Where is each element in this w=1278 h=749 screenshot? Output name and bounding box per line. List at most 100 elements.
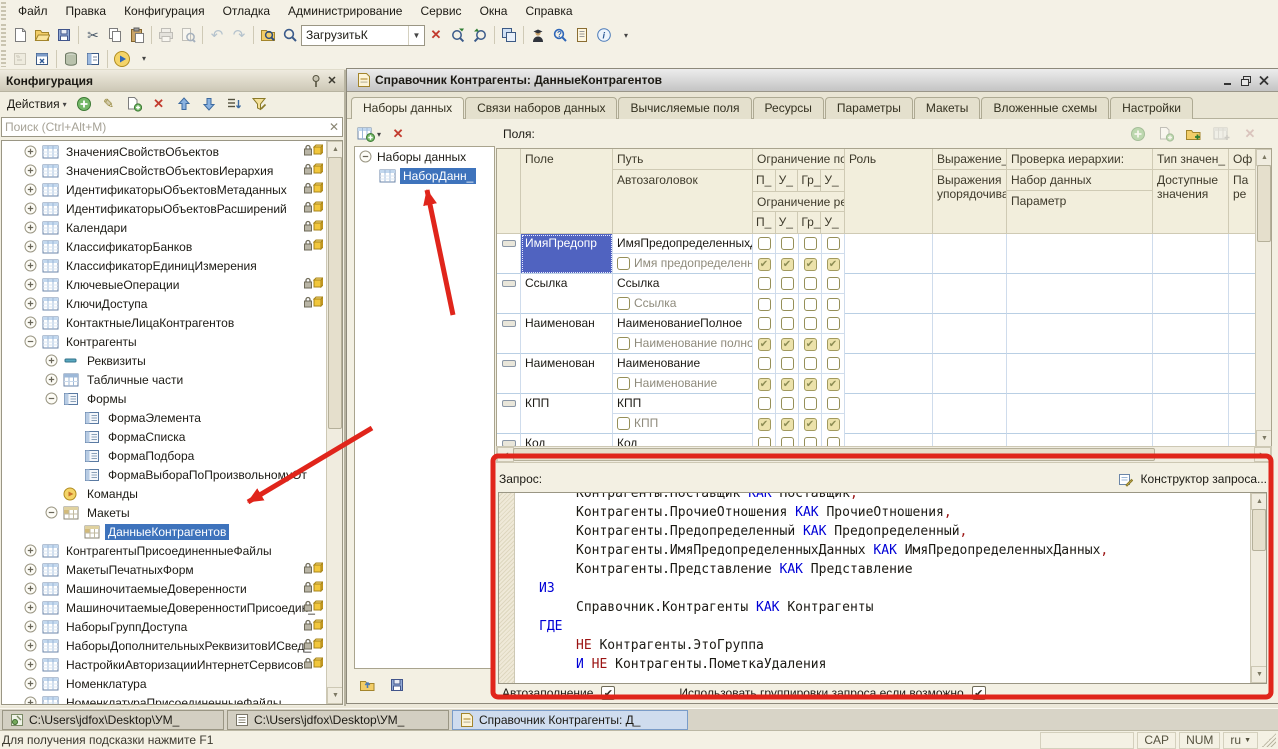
flag-checkbox[interactable] — [758, 277, 771, 290]
expand-icon[interactable] — [24, 696, 37, 705]
save-query-icon[interactable] — [386, 675, 408, 695]
role-cell[interactable] — [845, 314, 933, 354]
expression-cell[interactable] — [933, 314, 1007, 354]
menu-administration[interactable]: Администрирование — [279, 2, 411, 20]
debug-more-icon[interactable]: ▾ — [133, 49, 155, 69]
table-row[interactable]: НаименованНаименованиеНаименование — [497, 354, 1256, 394]
value-type-cell[interactable] — [1153, 274, 1229, 314]
move-down-button[interactable] — [198, 94, 220, 114]
add-dataset-button[interactable]: ▾ — [355, 124, 381, 144]
expand-icon[interactable] — [24, 316, 37, 329]
value-type-cell[interactable] — [1153, 354, 1229, 394]
flag-checkbox[interactable] — [758, 298, 771, 311]
use-grouping-checkbox[interactable] — [972, 686, 986, 700]
pin-icon[interactable] — [308, 73, 324, 88]
flag-checkbox[interactable] — [781, 258, 794, 271]
flag-checkbox[interactable] — [804, 258, 817, 271]
clear-search-icon[interactable]: ✕ — [425, 25, 447, 45]
find-next-icon[interactable] — [447, 25, 469, 45]
delete-field-icon[interactable]: ✕ — [1239, 124, 1261, 144]
role-cell[interactable] — [845, 234, 933, 274]
move-up-button[interactable] — [173, 94, 195, 114]
menu-configuration[interactable]: Конфигурация — [115, 2, 214, 20]
tree-item[interactable]: ДанныеКонтрагентов — [2, 522, 327, 541]
tab-datasets[interactable]: Наборы данных — [351, 97, 464, 119]
hierarchy-cell[interactable] — [1007, 394, 1153, 434]
tab-resources[interactable]: Ресурсы — [753, 97, 824, 119]
flag-checkbox[interactable] — [781, 378, 794, 391]
flag-checkbox[interactable] — [758, 357, 771, 370]
format-cell[interactable] — [1229, 394, 1256, 434]
role-cell[interactable] — [845, 354, 933, 394]
toolbar-more-icon[interactable]: ▾ — [615, 25, 637, 45]
expand-icon[interactable] — [24, 221, 37, 234]
format-cell[interactable] — [1229, 274, 1256, 314]
scroll-left-icon[interactable]: ◀ — [497, 447, 514, 462]
table-row[interactable]: ИмяПредопрИмяПредопределенныхДа_Имя пред… — [497, 234, 1256, 274]
menu-edit[interactable]: Правка — [57, 2, 116, 20]
edit-button[interactable]: ✎ — [98, 94, 120, 114]
taskbar-item[interactable]: C:\Users\jdfox\Desktop\УМ_ — [227, 710, 449, 730]
tree-item[interactable]: ИдентификаторыОбъектовМетаданных — [2, 180, 327, 199]
add-folder-icon[interactable] — [1183, 124, 1205, 144]
flag-checkbox[interactable] — [804, 418, 817, 431]
menu-debug[interactable]: Отладка — [214, 2, 279, 20]
delete-dataset-icon[interactable]: ✕ — [387, 124, 409, 144]
tree-item[interactable]: ЗначенияСвойствОбъектовИерархия — [2, 161, 327, 180]
start-debug-icon[interactable] — [111, 49, 133, 69]
sort-button[interactable] — [223, 94, 245, 114]
search-input[interactable]: Поиск (Ctrl+Alt+M) ✕ — [1, 117, 343, 137]
scroll-right-icon[interactable]: ▶ — [1254, 447, 1271, 462]
tree-item[interactable]: Контрагенты — [2, 332, 327, 351]
flag-checkbox[interactable] — [804, 298, 817, 311]
copy-icon[interactable] — [104, 25, 126, 45]
scroll-down-icon[interactable]: ▼ — [1251, 666, 1267, 683]
flag-checkbox[interactable] — [804, 397, 817, 410]
flag-checkbox[interactable] — [804, 378, 817, 391]
tree-item[interactable]: Календари — [2, 218, 327, 237]
tree-item[interactable]: МашиночитаемыеДоверенности — [2, 579, 327, 598]
flag-checkbox[interactable] — [804, 357, 817, 370]
flag-checkbox[interactable] — [827, 378, 840, 391]
taskbar-item[interactable]: C:\Users\jdfox\Desktop\УМ_ — [2, 710, 224, 730]
tab-dataset-links[interactable]: Связи наборов данных — [465, 97, 617, 119]
flag-checkbox[interactable] — [781, 338, 794, 351]
info-icon[interactable]: i — [593, 25, 615, 45]
search-help-icon[interactable]: ? — [549, 25, 571, 45]
scrollbar-thumb[interactable] — [1252, 509, 1266, 551]
tree-item[interactable]: ИдентификаторыОбъектовРасширений — [2, 199, 327, 218]
scroll-up-icon[interactable]: ▲ — [327, 141, 343, 158]
role-cell[interactable] — [845, 394, 933, 434]
flag-checkbox[interactable] — [758, 397, 771, 410]
expand-icon[interactable] — [45, 373, 58, 386]
expand-icon[interactable] — [24, 563, 37, 576]
tree-item[interactable]: ФормаЭлемента — [2, 408, 327, 427]
tree-item[interactable]: ФормаПодбора — [2, 446, 327, 465]
open-icon[interactable] — [31, 25, 53, 45]
tab-calculated-fields[interactable]: Вычисляемые поля — [618, 97, 751, 119]
tree-item[interactable]: КлассификаторЕдиницИзмерения — [2, 256, 327, 275]
tree-item[interactable]: КлючевыеОперации — [2, 275, 327, 294]
field-name-cell[interactable]: ИмяПредопр — [521, 234, 613, 274]
collapse-icon[interactable] — [45, 392, 58, 405]
hierarchy-cell[interactable] — [1007, 234, 1153, 274]
tree-scrollbar[interactable]: ▲ ▼ — [326, 141, 342, 704]
flag-checkbox[interactable] — [827, 277, 840, 290]
tree-item[interactable]: КонтрагентыПрисоединенныеФайлы — [2, 541, 327, 560]
module-icon[interactable] — [571, 25, 593, 45]
expand-icon[interactable] — [24, 145, 37, 158]
actions-menu-button[interactable]: Действия ▾ — [4, 96, 70, 112]
expand-icon[interactable] — [24, 639, 37, 652]
tab-parameters[interactable]: Параметры — [825, 97, 913, 119]
autofill-checkbox[interactable] — [601, 686, 615, 700]
expand-icon[interactable] — [24, 601, 37, 614]
field-name-cell[interactable]: Наименован — [521, 354, 613, 394]
scroll-down-icon[interactable]: ▼ — [327, 687, 343, 704]
tree-item[interactable]: МакетыПечатныхФорм — [2, 560, 327, 579]
flag-checkbox[interactable] — [758, 338, 771, 351]
dataset-item[interactable]: НаборДанн_ — [355, 166, 494, 185]
collapse-icon[interactable] — [45, 506, 58, 519]
value-type-cell[interactable] — [1153, 394, 1229, 434]
close-icon[interactable]: ✕ — [324, 73, 340, 88]
format-cell[interactable] — [1229, 314, 1256, 354]
